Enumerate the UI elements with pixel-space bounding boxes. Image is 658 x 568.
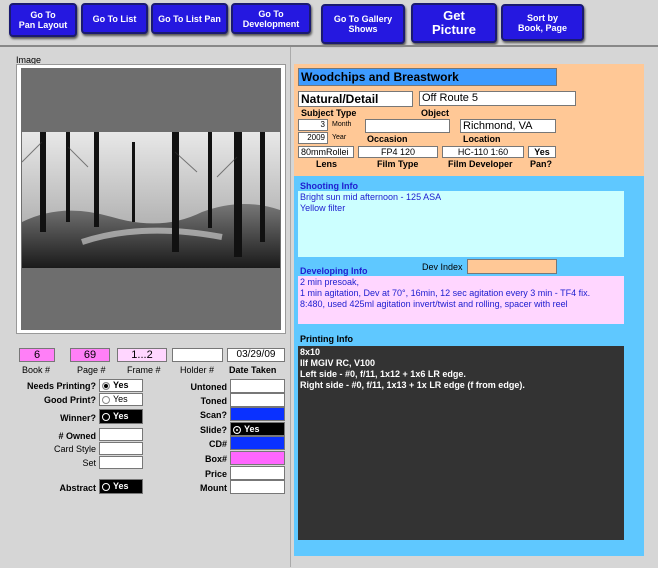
go-to-pan-layout-button[interactable]: Go To Pan Layout [9,3,77,37]
go-to-development-button[interactable]: Go To Development [231,3,311,34]
good-print-radio[interactable]: Yes [99,393,143,406]
mount-field[interactable] [230,480,285,494]
page-label: Page # [77,365,106,375]
film-type-label: Film Type [377,159,419,169]
pan-field[interactable]: Yes [528,146,556,158]
toolbar-separator [0,45,658,47]
location-field[interactable]: Richmond, VA [460,119,556,133]
price-field[interactable] [230,466,285,480]
forest-photo [22,132,280,268]
dev-index-label: Dev Index [422,262,463,272]
needs-printing-label: Needs Printing? [26,381,96,391]
page-number-field[interactable]: 69 [70,348,110,362]
book-label: Book # [22,365,51,375]
set-field[interactable] [99,456,143,469]
owned-label: # Owned [58,431,96,441]
mount-label: Mount [200,483,227,493]
radio-empty-icon [102,482,110,491]
slide-radio[interactable]: Yes [230,422,285,436]
owned-field[interactable] [99,428,143,441]
set-label: Set [82,458,96,468]
panel-divider [290,47,291,567]
scan-field[interactable] [230,407,285,421]
untoned-field[interactable] [230,379,285,393]
holder-number-field[interactable] [172,348,223,362]
radio-empty-icon [102,412,110,421]
location-label: Location [463,134,501,144]
card-style-field[interactable] [99,442,143,455]
date-taken-label: Date Taken [229,365,277,375]
frame-label: Frame # [127,365,161,375]
year-label: Year [332,134,347,141]
shooting-info-label: Shooting Info [300,181,358,191]
occasion-label: Occasion [367,134,408,144]
box-label: Box# [204,454,227,464]
winner-label: Winner? [60,413,96,423]
subject-type-label: Subject Type [301,108,357,118]
cd-label: CD# [208,439,227,449]
price-label: Price [204,469,227,479]
image-container[interactable] [16,64,286,334]
abstract-label: Abstract [59,483,96,493]
lens-label: Lens [316,159,338,169]
book-number-field[interactable]: 6 [19,348,55,362]
holder-label: Holder # [180,365,215,375]
photo-frame [21,68,281,330]
developing-info-label: Developing Info [300,266,368,276]
lens-field[interactable]: 80mmRollei [298,146,354,158]
printing-info-field[interactable]: 8x10 Ilf MGIV RC, V100 Left side - #0, f… [298,346,624,540]
cd-field[interactable] [230,436,285,450]
go-to-gallery-shows-button[interactable]: Go To Gallery Shows [321,4,405,44]
developing-info-field[interactable]: 2 min presoak, 1 min agitation, Dev at 7… [298,276,624,324]
toned-field[interactable] [230,393,285,407]
title-field[interactable]: Woodchips and Breastwork [298,68,557,86]
film-developer-label: Film Developer [448,159,513,169]
slide-label: Slide? [199,425,227,435]
object-label: Object [421,108,450,118]
radio-empty-icon [102,395,110,404]
subject-type-field[interactable]: Natural/Detail [298,91,413,107]
film-developer-field[interactable]: HC-110 1:60 [442,146,524,158]
scan-label: Scan? [199,410,227,420]
go-to-list-pan-button[interactable]: Go To List Pan [151,3,228,34]
winner-radio[interactable]: Yes [99,409,143,424]
dev-index-field[interactable] [467,259,557,274]
get-picture-button[interactable]: Get Picture [411,3,497,43]
sort-by-book-page-button[interactable]: Sort by Book, Page [501,4,584,41]
frame-number-field[interactable]: 1...2 [117,348,167,362]
card-style-label: Card Style [53,444,96,454]
month-field[interactable]: 3 [298,119,328,131]
month-label: Month [332,121,352,128]
pan-label: Pan? [530,159,553,169]
go-to-list-button[interactable]: Go To List [81,3,148,34]
printing-info-label: Printing Info [300,334,353,344]
needs-printing-radio[interactable]: Yes [99,379,143,392]
year-field[interactable]: 2009 [298,132,328,144]
abstract-radio[interactable]: Yes [99,479,143,494]
object-field[interactable]: Off Route 5 [419,91,576,106]
toned-label: Toned [200,396,227,406]
shooting-info-field[interactable]: Bright sun mid afternoon - 125 ASA Yello… [298,191,624,257]
occasion-field[interactable] [365,119,450,133]
radio-selected-icon [102,381,110,390]
box-field[interactable] [230,451,285,465]
good-print-label: Good Print? [44,395,96,405]
date-taken-field[interactable]: 03/29/09 [227,348,285,362]
untoned-label: Untoned [190,382,228,392]
film-type-field[interactable]: FP4 120 [358,146,438,158]
radio-selected-icon [233,425,241,434]
